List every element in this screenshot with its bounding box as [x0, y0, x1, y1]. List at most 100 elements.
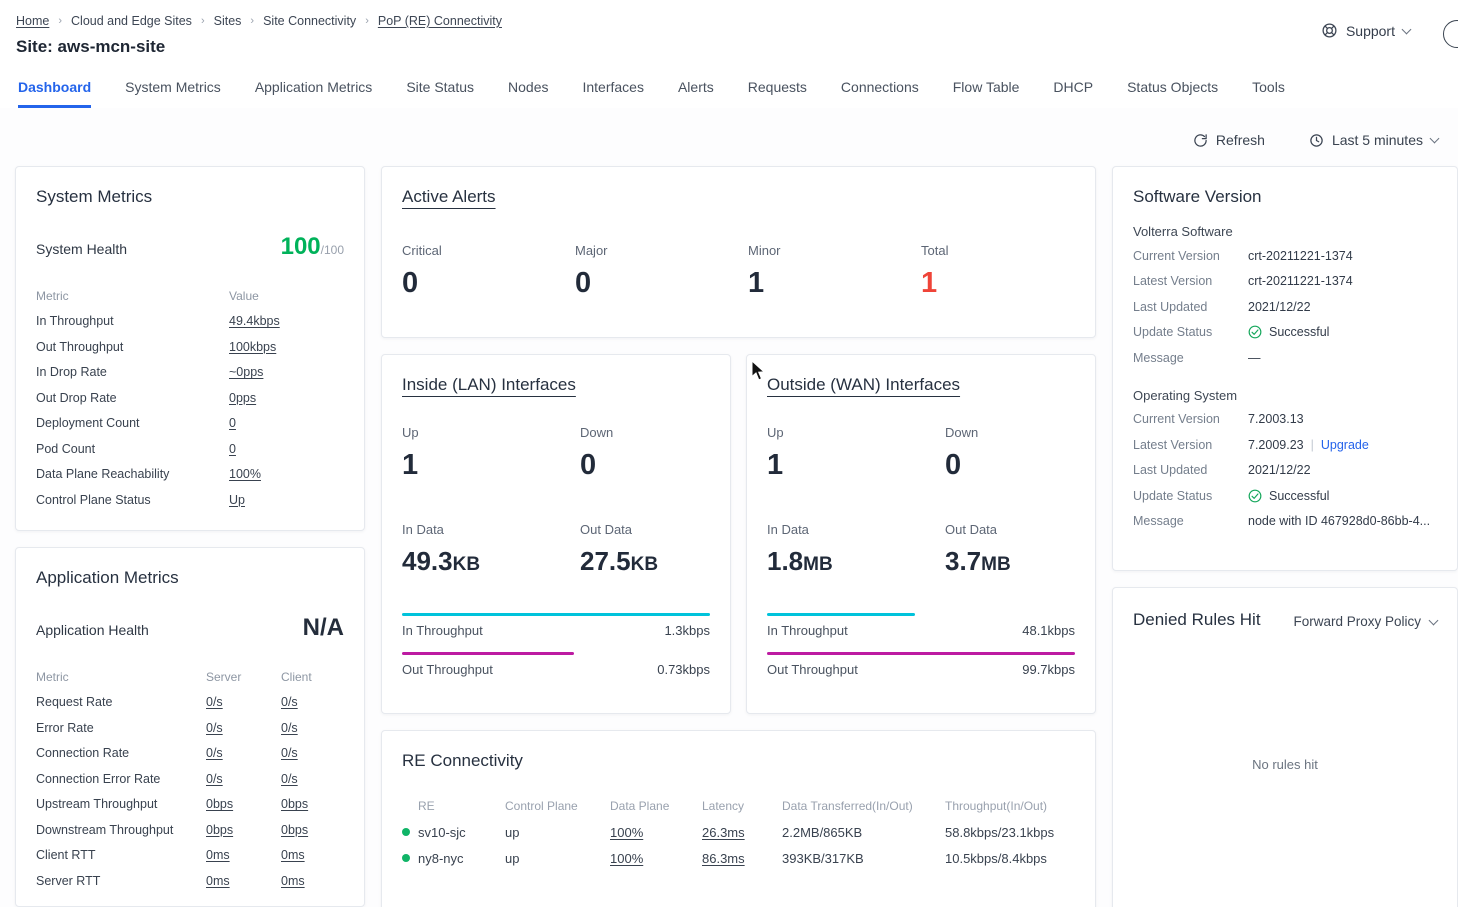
metric-name: Connection Error Rate	[36, 772, 206, 786]
tab-bar: Dashboard System Metrics Application Met…	[0, 57, 1458, 108]
stat-major: Major 0	[575, 243, 748, 300]
stat-minor: Minor 1	[748, 243, 921, 300]
client-value-link[interactable]: 0bps	[281, 823, 308, 837]
metric-value-link[interactable]: 0	[229, 442, 236, 456]
outside-wan-title[interactable]: Outside (WAN) Interfaces	[767, 375, 1075, 395]
status-dot-green	[402, 854, 410, 862]
time-range-selector[interactable]: Last 5 minutes	[1309, 132, 1438, 148]
tab-dashboard[interactable]: Dashboard	[18, 69, 91, 108]
latency-link[interactable]: 26.3ms	[702, 825, 745, 840]
policy-selector[interactable]: Forward Proxy Policy	[1293, 614, 1437, 629]
metric-name: Request Rate	[36, 695, 206, 709]
breadcrumb-separator: ›	[201, 15, 205, 27]
server-value-link[interactable]: 0/s	[206, 746, 223, 760]
tab-application-metrics[interactable]: Application Metrics	[255, 69, 373, 108]
re-connectivity-title: RE Connectivity	[402, 751, 1075, 771]
up-down-stats: Up 1 Down 0	[402, 425, 710, 482]
client-value-link[interactable]: 0/s	[281, 721, 298, 735]
stat-critical: Critical 0	[402, 243, 575, 300]
data-plane-link[interactable]: 100%	[610, 851, 643, 866]
table-row: Error Rate0/s0/s	[36, 715, 344, 741]
tab-nodes[interactable]: Nodes	[508, 69, 548, 108]
client-value-link[interactable]: 0/s	[281, 746, 298, 760]
metric-value-link[interactable]: 100%	[229, 467, 261, 481]
tab-status-objects[interactable]: Status Objects	[1127, 69, 1218, 108]
table-row: Connection Rate0/s0/s	[36, 741, 344, 767]
breadcrumb-home[interactable]: Home	[16, 14, 49, 28]
out-data-value: 27.5	[580, 546, 631, 576]
client-value-link[interactable]: 0bps	[281, 797, 308, 811]
tab-tools[interactable]: Tools	[1252, 69, 1285, 108]
client-value-link[interactable]: 0/s	[281, 772, 298, 786]
stat-label: In Data	[767, 522, 945, 537]
server-value-link[interactable]: 0ms	[206, 848, 230, 862]
application-health-value: N/A	[303, 614, 344, 642]
status-badge: Successful	[1269, 489, 1329, 503]
tab-interfaces[interactable]: Interfaces	[582, 69, 643, 108]
support-label: Support	[1346, 23, 1395, 39]
application-health-row: Application Health N/A	[36, 614, 344, 642]
metric-value-link[interactable]: 49.4kbps	[229, 314, 280, 328]
metric-value-link[interactable]: 0pps	[229, 391, 256, 405]
system-metrics-card: System Metrics System Health 100/100 Met…	[15, 166, 365, 531]
breadcrumb-cloud-and-edge-sites[interactable]: Cloud and Edge Sites	[71, 14, 192, 28]
col-data-transferred: Data Transferred(In/Out)	[782, 799, 945, 813]
client-value-link[interactable]: 0/s	[281, 695, 298, 709]
throughput-bars: In Throughput 1.3kbps Out Throughput 0.7…	[402, 613, 710, 677]
support-menu[interactable]: Support	[1321, 22, 1410, 39]
table-row: Latest Version 7.2009.23|Upgrade	[1133, 432, 1437, 458]
check-circle-icon	[1248, 325, 1262, 339]
tab-requests[interactable]: Requests	[748, 69, 807, 108]
breadcrumb-pop-re-connectivity[interactable]: PoP (RE) Connectivity	[378, 14, 502, 28]
col-value: Value	[229, 289, 344, 303]
throughput-value: 10.5kbps/8.4kbps	[945, 851, 1075, 866]
metric-value-link[interactable]: ~0pps	[229, 365, 263, 379]
client-value-link[interactable]: 0ms	[281, 848, 305, 862]
server-value-link[interactable]: 0ms	[206, 874, 230, 888]
metric-value-link[interactable]: 100kbps	[229, 340, 276, 354]
row-label: Last Updated	[1133, 463, 1248, 477]
stat-value: 1	[402, 449, 580, 482]
server-value-link[interactable]: 0bps	[206, 823, 233, 837]
breadcrumb-sites[interactable]: Sites	[214, 14, 242, 28]
out-throughput-bar	[402, 652, 574, 655]
col-re: RE	[402, 799, 505, 813]
tab-connections[interactable]: Connections	[841, 69, 919, 108]
breadcrumb-separator: ›	[365, 15, 369, 27]
metric-value-link[interactable]: Up	[229, 493, 245, 507]
chevron-down-icon	[1429, 615, 1439, 625]
tab-dhcp[interactable]: DHCP	[1053, 69, 1093, 108]
out-throughput-value: 99.7kbps	[1022, 662, 1075, 677]
breadcrumb-site-connectivity[interactable]: Site Connectivity	[263, 14, 356, 28]
user-avatar[interactable]	[1443, 20, 1458, 48]
metric-name: Server RTT	[36, 874, 206, 888]
divider: |	[1311, 438, 1314, 452]
latency-link[interactable]: 86.3ms	[702, 851, 745, 866]
refresh-button[interactable]: Refresh	[1193, 132, 1265, 148]
row-label: Latest Version	[1133, 438, 1248, 452]
active-alerts-title[interactable]: Active Alerts	[402, 187, 1075, 207]
server-value-link[interactable]: 0bps	[206, 797, 233, 811]
top-bar: Home › Cloud and Edge Sites › Sites › Si…	[0, 0, 1458, 57]
server-value-link[interactable]: 0/s	[206, 695, 223, 709]
tab-site-status[interactable]: Site Status	[406, 69, 474, 108]
out-throughput-label: Out Throughput	[402, 662, 493, 677]
tab-system-metrics[interactable]: System Metrics	[125, 69, 221, 108]
tab-flow-table[interactable]: Flow Table	[953, 69, 1020, 108]
section-volterra-software: Volterra Software	[1133, 224, 1437, 239]
inside-lan-title[interactable]: Inside (LAN) Interfaces	[402, 375, 710, 395]
row-label: Message	[1133, 351, 1248, 365]
tab-alerts[interactable]: Alerts	[678, 69, 714, 108]
page-title: Site: aws-mcn-site	[16, 37, 1442, 57]
server-value-link[interactable]: 0/s	[206, 772, 223, 786]
upgrade-link[interactable]: Upgrade	[1321, 438, 1369, 452]
client-value-link[interactable]: 0ms	[281, 874, 305, 888]
data-plane-link[interactable]: 100%	[610, 825, 643, 840]
stat-label: Down	[580, 425, 710, 440]
metric-name: In Drop Rate	[36, 365, 229, 379]
table-header: Metric Value	[36, 283, 344, 309]
metric-value-link[interactable]: 0	[229, 416, 236, 430]
table-row: In Drop Rate~0pps	[36, 360, 344, 386]
table-row: Current Versioncrt-20211221-1374	[1133, 243, 1437, 269]
server-value-link[interactable]: 0/s	[206, 721, 223, 735]
